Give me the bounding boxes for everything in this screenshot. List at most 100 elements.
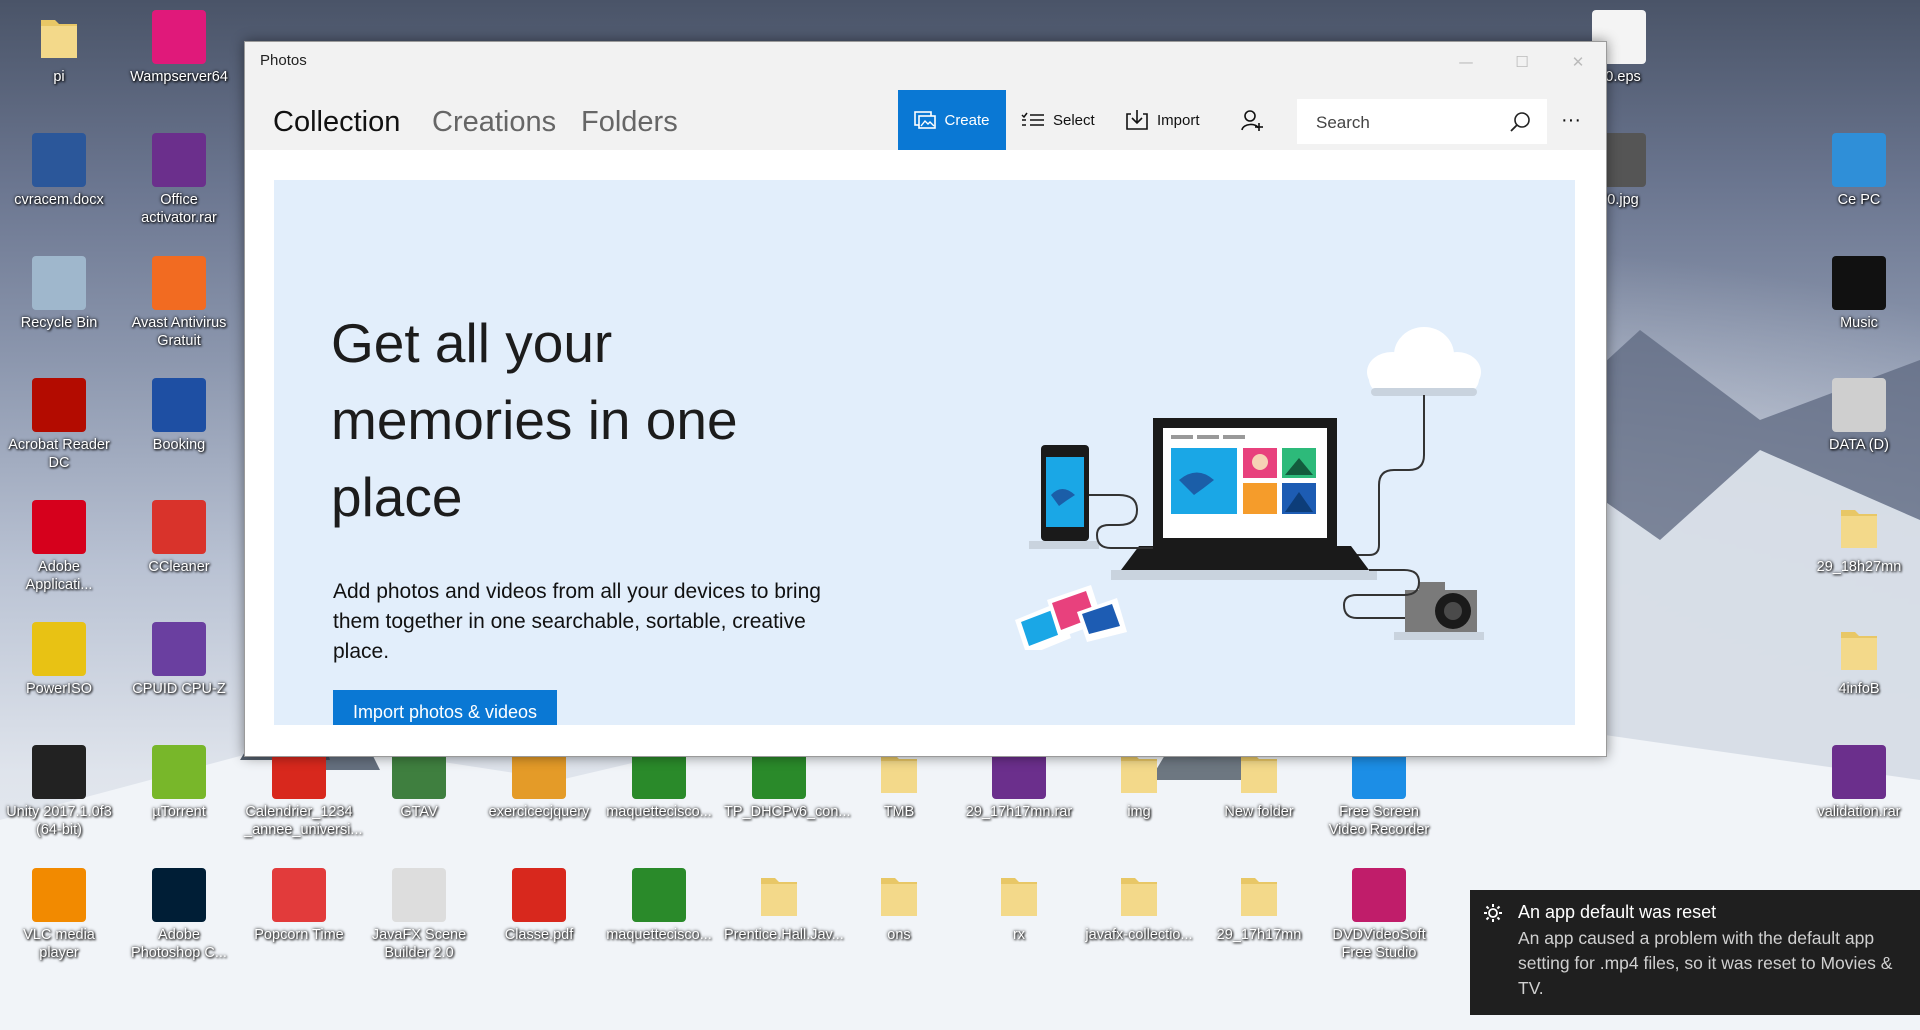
create-button[interactable]: Create <box>898 90 1006 150</box>
desktop-icon[interactable]: pi <box>4 10 114 86</box>
desktop-icon[interactable]: VLC media player <box>4 868 114 962</box>
desktop-icon[interactable]: Music <box>1804 256 1914 332</box>
desktop-icon[interactable]: Ce PC <box>1804 133 1914 209</box>
desktop-icon[interactable]: PowerISO <box>4 622 114 698</box>
desktop-icon-label: Recycle Bin <box>20 315 98 331</box>
tab-folders[interactable]: Folders <box>581 106 678 139</box>
desktop-icon[interactable]: validation.rar <box>1804 745 1914 821</box>
cpuz-icon <box>152 622 206 676</box>
desktop-icon[interactable]: CPUID CPU-Z <box>124 622 234 698</box>
desktop-icon-label: validation.rar <box>1817 804 1901 820</box>
search-input[interactable] <box>1297 99 1518 146</box>
desktop-icon-label: Acrobat Reader DC <box>8 437 110 471</box>
import-photos-videos-button[interactable]: Import photos & videos <box>333 690 557 725</box>
desktop-icon-label: Booking <box>152 437 206 453</box>
desktop-icon[interactable]: Unity 2017.1.0f3 (64-bit) <box>4 745 114 839</box>
desktop-icon-label: rx <box>1012 927 1026 943</box>
poweriso-icon <box>32 622 86 676</box>
desktop-icon[interactable]: cvracem.docx <box>4 133 114 209</box>
desktop-icon-label: Avast Antivirus Gratuit <box>131 315 227 349</box>
desktop-icon-label: JavaFX Scene Builder 2.0 <box>371 927 467 961</box>
photoshop-icon <box>152 868 206 922</box>
desktop-icon[interactable]: maquettecisco... <box>604 868 714 944</box>
desktop-icon[interactable]: Free Screen Video Recorder <box>1324 745 1434 839</box>
desktop-icon[interactable]: Calendrier_1234 _annee_universi... <box>244 745 363 839</box>
desktop-icon-label: javafx-collectio... <box>1085 927 1193 943</box>
phone-icon <box>1029 445 1099 549</box>
utorrent-icon <box>152 745 206 799</box>
desktop-icon[interactable]: ons <box>844 868 954 944</box>
desktop-icon[interactable]: Popcorn Time <box>244 868 354 944</box>
title-bar[interactable]: Photos — ☐ ✕ <box>245 42 1606 82</box>
desktop-icon[interactable]: Classe.pdf <box>484 868 594 944</box>
desktop-icon[interactable]: Adobe Applicati... <box>4 500 114 594</box>
desktop-icon[interactable]: JavaFX Scene Builder 2.0 <box>364 868 474 962</box>
desktop-icon[interactable]: 29_17h17mn <box>1204 868 1314 944</box>
minimize-button[interactable]: — <box>1438 42 1494 82</box>
desktop-icon[interactable]: Recycle Bin <box>4 256 114 332</box>
camera-icon <box>1394 582 1484 640</box>
desktop-icon[interactable]: Office activator.rar <box>124 133 234 227</box>
desktop-icon[interactable]: CCleaner <box>124 500 234 576</box>
adobe-icon <box>32 500 86 554</box>
desktop-icon[interactable]: 4infoB <box>1804 622 1914 698</box>
hero-description: Add photos and videos from all your devi… <box>333 580 821 663</box>
maximize-button[interactable]: ☐ <box>1494 42 1550 82</box>
desktop-icon[interactable]: rx <box>964 868 1074 944</box>
more-options-button[interactable]: ··· <box>1561 90 1581 150</box>
import-label: Import <box>1157 111 1200 129</box>
notification-toast[interactable]: An app default was reset An app caused a… <box>1470 890 1920 1015</box>
desktop-icon[interactable]: Avast Antivirus Gratuit <box>124 256 234 350</box>
desktop-icon[interactable]: DVDVideoSoft Free Studio <box>1324 868 1434 962</box>
cloud-icon <box>1367 327 1481 396</box>
desktop-icon[interactable]: Booking <box>124 378 234 454</box>
desktop-icon[interactable]: 29_18h27mn <box>1804 500 1914 576</box>
add-person-icon <box>1241 110 1263 131</box>
desktop-icon-label: 29_17h17mn <box>1216 927 1302 943</box>
close-button[interactable]: ✕ <box>1550 42 1606 82</box>
tab-collection[interactable]: Collection <box>273 106 400 139</box>
desktop-icon[interactable]: Wampserver64 <box>124 10 234 86</box>
desktop-icon-label: TMB <box>883 804 915 820</box>
folder-icon <box>32 10 86 64</box>
music-icon <box>1832 256 1886 310</box>
word-doc-icon <box>32 133 86 187</box>
desktop-icon[interactable]: Acrobat Reader DC <box>4 378 114 472</box>
desktop-icon-label: CPUID CPU-Z <box>132 681 226 697</box>
laptop-icon <box>1111 418 1377 580</box>
desktop-icon-label: Office activator.rar <box>141 192 217 226</box>
toast-body: An app caused a problem with the default… <box>1518 928 1893 998</box>
import-button[interactable]: Import <box>1125 90 1200 150</box>
desktop-icon[interactable]: Prentice.Hall.Jav... <box>724 868 844 944</box>
desktop-icon-label: img <box>1127 804 1151 820</box>
desktop-icon-label: exercicecjquery <box>488 804 590 820</box>
desktop-icon[interactable]: Adobe Photoshop C... <box>124 868 234 962</box>
desktop-icon-label: µTorrent <box>152 804 206 820</box>
desktop-icon[interactable]: javafx-collectio... <box>1084 868 1194 944</box>
empty-state-banner: Get all your memories in one place Add p… <box>274 180 1575 725</box>
desktop-icon-label: CCleaner <box>148 559 210 575</box>
tab-creations[interactable]: Creations <box>432 106 556 139</box>
select-label: Select <box>1053 111 1095 129</box>
winrar-icon <box>152 133 206 187</box>
search-icon[interactable] <box>1509 111 1531 133</box>
this-pc-icon <box>1832 133 1886 187</box>
people-button[interactable] <box>1240 90 1264 150</box>
acrobat-icon <box>32 378 86 432</box>
desktop-icon[interactable]: DATA (D) <box>1804 378 1914 454</box>
select-button[interactable]: Select <box>1021 90 1095 150</box>
desktop-icon-label: Popcorn Time <box>254 927 344 943</box>
recycle-bin-icon <box>32 256 86 310</box>
devices-illustration <box>1015 327 1484 650</box>
folder-icon <box>1832 500 1886 554</box>
gear-icon <box>1484 904 1502 922</box>
search-box[interactable] <box>1297 99 1547 146</box>
popcorn-icon <box>272 868 326 922</box>
desktop-icon-label: Calendrier_1234 _annee_universi... <box>244 804 363 838</box>
winrar-icon <box>1832 745 1886 799</box>
desktop-icon[interactable]: µTorrent <box>124 745 234 821</box>
folder-icon <box>1832 622 1886 676</box>
import-icon <box>1126 110 1148 130</box>
desktop-icon-label: Prentice.Hall.Jav... <box>724 927 844 943</box>
ccleaner-icon <box>152 500 206 554</box>
